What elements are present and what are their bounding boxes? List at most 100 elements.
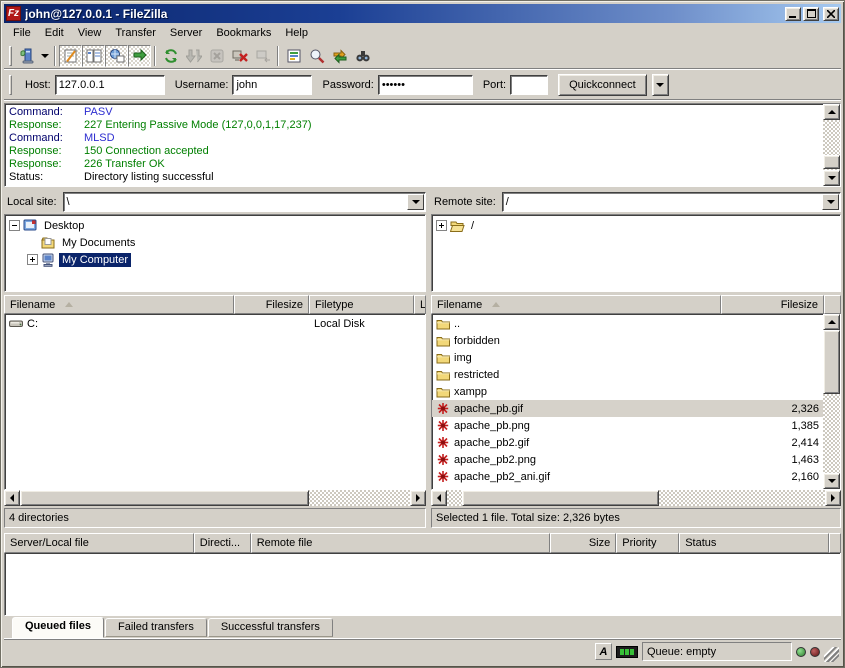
local-tree-item[interactable]: Desktop: [7, 217, 425, 234]
remote-file-row[interactable]: restricted: [432, 366, 823, 383]
message-log-scrollbar[interactable]: [823, 104, 840, 186]
local-site-combo[interactable]: \: [63, 192, 426, 212]
transfer-queue-body[interactable]: [4, 553, 841, 616]
data-type-indicator-icon[interactable]: A: [595, 643, 612, 660]
directory-filters-button[interactable]: [282, 45, 305, 67]
scroll-track[interactable]: [20, 490, 410, 506]
scroll-up-button[interactable]: [823, 314, 840, 330]
scroll-up-button[interactable]: [823, 104, 840, 120]
scroll-thumb[interactable]: [823, 330, 840, 394]
local-tree-item[interactable]: My Documents: [7, 234, 425, 251]
password-input[interactable]: [378, 75, 473, 95]
scroll-left-button[interactable]: [431, 490, 447, 506]
local-tree-item-label[interactable]: Desktop: [41, 219, 87, 233]
remote-horizontal-scrollbar[interactable]: [431, 490, 841, 506]
queue-column-header-priority[interactable]: Priority: [616, 533, 679, 553]
resize-grip[interactable]: [824, 647, 839, 662]
site-manager-dropdown-button[interactable]: [38, 45, 51, 67]
remote-file-row[interactable]: xampp: [432, 383, 823, 400]
local-tree-item[interactable]: My Computer: [7, 251, 425, 268]
remote-tree-item[interactable]: /: [434, 217, 840, 234]
menu-bookmarks[interactable]: Bookmarks: [209, 25, 278, 41]
close-button[interactable]: [823, 7, 839, 21]
column-header-filetype[interactable]: Filetype: [309, 295, 414, 314]
scroll-thumb[interactable]: [20, 490, 309, 506]
tree-expander-plus[interactable]: [436, 220, 447, 231]
menu-view[interactable]: View: [71, 25, 109, 41]
find-files-button[interactable]: [351, 45, 374, 67]
remote-site-combo[interactable]: /: [502, 192, 841, 212]
local-file-row[interactable]: C:Local Disk: [5, 315, 425, 332]
column-header-filesize[interactable]: Filesize: [234, 295, 309, 314]
scroll-right-button[interactable]: [410, 490, 426, 506]
username-input[interactable]: [232, 75, 312, 95]
synchronized-browsing-button[interactable]: [328, 45, 351, 67]
queue-column-header-status[interactable]: Status: [679, 533, 829, 553]
tree-expander-plus[interactable]: [27, 254, 38, 265]
disconnect-button[interactable]: [228, 45, 251, 67]
scroll-down-button[interactable]: [823, 170, 840, 186]
remote-file-row[interactable]: apache_pb.png1,385: [432, 417, 823, 434]
queue-column-header-size[interactable]: Size: [550, 533, 616, 553]
column-header-filesize[interactable]: Filesize: [721, 295, 824, 314]
column-header-filename[interactable]: Filename: [4, 295, 234, 314]
scroll-track[interactable]: [823, 330, 840, 473]
toggle-transfer-queue-button[interactable]: [128, 45, 151, 67]
remote-file-row[interactable]: apache_pb2.png1,463: [432, 451, 823, 468]
remote-file-row[interactable]: img: [432, 349, 823, 366]
reconnect-button[interactable]: [251, 45, 274, 67]
toggle-message-log-button[interactable]: [59, 45, 82, 67]
remote-file-row[interactable]: apache_pb2.gif2,414: [432, 434, 823, 451]
menu-server[interactable]: Server: [163, 25, 209, 41]
scroll-left-button[interactable]: [4, 490, 20, 506]
remote-tree-item-label[interactable]: /: [468, 219, 477, 233]
process-queue-button[interactable]: [182, 45, 205, 67]
menu-transfer[interactable]: Transfer: [108, 25, 163, 41]
quickconnect-button[interactable]: Quickconnect: [558, 74, 647, 96]
menu-file[interactable]: File: [6, 25, 38, 41]
scroll-thumb[interactable]: [462, 490, 659, 506]
refresh-button[interactable]: [159, 45, 182, 67]
quickconnect-dropdown-button[interactable]: [652, 74, 669, 96]
local-tree-item-label[interactable]: My Computer: [59, 253, 131, 267]
quickbar-grip[interactable]: [9, 75, 12, 95]
local-site-dropdown-button[interactable]: [407, 194, 424, 210]
tab-queued-files[interactable]: Queued files: [12, 617, 104, 638]
cancel-operation-button[interactable]: [205, 45, 228, 67]
host-input[interactable]: [55, 75, 165, 95]
scroll-track[interactable]: [447, 490, 825, 506]
local-tree-item-label[interactable]: My Documents: [59, 236, 138, 250]
queue-column-header-remote-file[interactable]: Remote file: [251, 533, 551, 553]
remote-file-row[interactable]: apache_pb2_ani.gif2,160: [432, 468, 823, 485]
toolbar-grip[interactable]: [9, 46, 12, 66]
queue-column-header-directi-[interactable]: Directi...: [194, 533, 251, 553]
menu-help[interactable]: Help: [278, 25, 315, 41]
scroll-down-button[interactable]: [823, 473, 840, 489]
tree-expander-minus[interactable]: [9, 220, 20, 231]
maximize-button[interactable]: [803, 7, 819, 21]
queue-column-header-server-local-file[interactable]: Server/Local file: [4, 533, 194, 553]
remote-file-row[interactable]: ..: [432, 315, 823, 332]
directory-comparison-button[interactable]: [305, 45, 328, 67]
site-manager-button[interactable]: [15, 45, 38, 67]
local-horizontal-scrollbar[interactable]: [4, 490, 426, 506]
toggle-local-tree-button[interactable]: [82, 45, 105, 67]
tab-failed-transfers[interactable]: Failed transfers: [105, 618, 207, 637]
remote-site-dropdown-button[interactable]: [822, 194, 839, 210]
titlebar[interactable]: Fz john@127.0.0.1 - FileZilla: [4, 4, 841, 23]
port-input[interactable]: [510, 75, 548, 95]
tab-successful-transfers[interactable]: Successful transfers: [208, 618, 333, 637]
minimize-button[interactable]: [785, 7, 801, 21]
remote-file-row[interactable]: forbidden: [432, 332, 823, 349]
scroll-thumb[interactable]: [823, 155, 840, 169]
column-header-l[interactable]: L: [414, 295, 426, 314]
remote-vertical-scrollbar[interactable]: [823, 314, 840, 489]
menu-edit[interactable]: Edit: [38, 25, 71, 41]
scroll-track[interactable]: [823, 120, 840, 170]
speed-limit-icon[interactable]: [616, 646, 638, 658]
column-header-filename[interactable]: Filename: [431, 295, 721, 314]
remote-file-row[interactable]: apache_pb.gif2,326: [432, 400, 823, 417]
local-pane: Local site: \ DesktopMy DocumentsMy Comp…: [4, 191, 426, 528]
scroll-right-button[interactable]: [825, 490, 841, 506]
toggle-remote-tree-button[interactable]: [105, 45, 128, 67]
